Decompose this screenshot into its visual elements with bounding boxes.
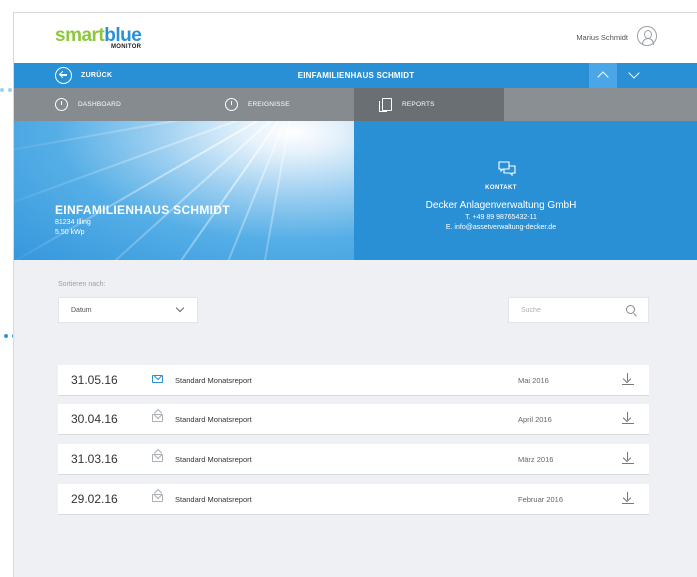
report-period: März 2016 (518, 455, 554, 464)
download-icon[interactable] (622, 373, 634, 387)
document-icon (379, 98, 392, 112)
contact-email[interactable]: E. info@assetverwaltung-decker.de (354, 224, 648, 231)
clock-icon (225, 98, 238, 111)
app-window: smartblue MONITOR Marius Schmidt ZURÜCK … (13, 12, 697, 577)
contact-phone[interactable]: T. +49 89 98765432-11 (354, 214, 648, 221)
mail-unread-icon (152, 375, 163, 383)
report-period: Mai 2016 (518, 376, 549, 385)
report-date: 30.04.16 (71, 412, 118, 426)
mail-open-icon (152, 414, 163, 422)
contact-company: Decker Anlagenverwaltung GmbH (425, 200, 577, 211)
user-avatar-icon[interactable] (637, 26, 657, 46)
report-name[interactable]: Standard Monatsreport (175, 495, 252, 504)
report-name[interactable]: Standard Monatsreport (175, 455, 252, 464)
sort-label: Sortieren nach: (58, 281, 106, 288)
app-header: smartblue MONITOR Marius Schmidt (14, 13, 697, 63)
tab-reports[interactable]: REPORTS (354, 88, 504, 121)
plant-banner (14, 121, 354, 260)
report-name[interactable]: Standard Monatsreport (175, 376, 252, 385)
tab-ereignisse[interactable]: EREIGNISSE (184, 88, 354, 121)
logo-blue: blue (104, 25, 142, 46)
chat-bubbles-icon (498, 161, 516, 177)
tab-dashboard-label: DASHBOARD (78, 101, 121, 108)
back-label: ZURÜCK (81, 72, 113, 79)
plant-location: 81234 Illing (55, 219, 91, 226)
page: smartblue MONITOR Marius Schmidt ZURÜCK … (0, 0, 697, 577)
tab-bar-filler (504, 88, 697, 121)
search-icon[interactable] (626, 305, 635, 314)
contact-label: KONTAKT (485, 185, 517, 191)
report-row[interactable]: 31.03.16 Standard Monatsreport März 2016 (58, 444, 649, 475)
download-icon[interactable] (622, 452, 634, 466)
report-row[interactable]: 29.02.16 Standard Monatsreport Februar 2… (58, 484, 649, 515)
gauge-icon (55, 98, 68, 111)
report-date: 31.03.16 (71, 452, 118, 466)
tab-bar: DASHBOARD EREIGNISSE REPORTS (14, 88, 697, 121)
mail-open-icon (152, 494, 163, 502)
arrow-left-circle-icon (55, 67, 72, 84)
tab-reports-label: REPORTS (402, 101, 435, 108)
search-input[interactable] (509, 298, 619, 322)
back-button[interactable]: ZURÜCK (55, 67, 112, 84)
chevron-down-button[interactable] (620, 63, 648, 88)
report-name[interactable]: Standard Monatsreport (175, 415, 252, 424)
report-date: 31.05.16 (71, 373, 118, 387)
report-row[interactable]: 30.04.16 Standard Monatsreport April 201… (58, 404, 649, 435)
report-row[interactable]: 31.05.16 Standard Monatsreport Mai 2016 (58, 365, 649, 396)
download-icon[interactable] (622, 492, 634, 506)
mail-open-icon (152, 454, 163, 462)
tab-ereignisse-label: EREIGNISSE (248, 101, 290, 108)
report-date: 29.02.16 (71, 492, 118, 506)
report-period: Februar 2016 (518, 495, 564, 504)
chevron-up-button[interactable] (589, 63, 617, 88)
chevron-down-icon (175, 303, 185, 313)
sort-value: Datum (71, 307, 92, 314)
tab-dashboard[interactable]: DASHBOARD (14, 88, 184, 121)
plant-power: 5.50 kWp (55, 229, 85, 236)
sort-select[interactable]: Datum (58, 297, 198, 323)
logo: smartblue MONITOR (55, 25, 142, 50)
plant-title: EINFAMILIENHAUS SCHMIDT (55, 203, 230, 217)
logo-subtitle: MONITOR (110, 44, 142, 50)
report-period: April 2016 (518, 415, 552, 424)
user-name[interactable]: Marius Schmidt (576, 33, 628, 42)
navigation-bar: ZURÜCK EINFAMILIENHAUS SCHMIDT (14, 63, 697, 88)
logo-smart: smart (55, 25, 105, 46)
search-box (508, 297, 649, 323)
download-icon[interactable] (622, 412, 634, 426)
